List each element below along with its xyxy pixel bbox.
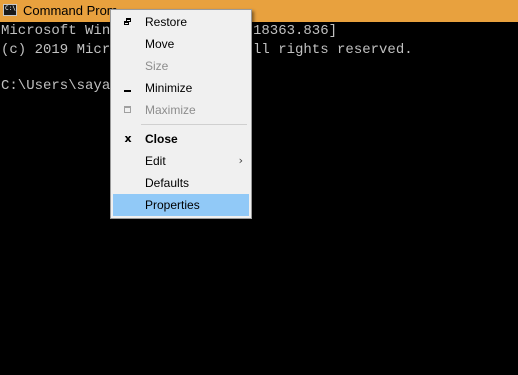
console-line-copyright-right: ll rights reserved. <box>253 42 413 58</box>
window-title: Command Prom <box>23 3 118 18</box>
system-context-menu: Restore Move Size Minimize Maximize x Cl… <box>110 9 252 219</box>
menu-item-close[interactable]: x Close <box>113 128 249 150</box>
menu-label-defaults: Defaults <box>145 176 190 190</box>
console-line-version-right: 18363.836] <box>253 23 338 39</box>
close-icon-glyph: x <box>124 132 132 145</box>
console-line-copyright-left: (c) 2019 Micro <box>1 42 119 58</box>
minimize-icon <box>121 81 135 95</box>
console-area[interactable]: Microsoft Wind 18363.836] (c) 2019 Micro… <box>0 22 518 375</box>
menu-separator <box>141 124 247 125</box>
menu-item-minimize[interactable]: Minimize <box>113 77 249 99</box>
cmd-icon[interactable]: C:\ <box>3 4 17 16</box>
maximize-icon <box>121 103 135 117</box>
menu-label-close: Close <box>145 132 178 146</box>
console-line-version-left: Microsoft Wind <box>1 23 119 39</box>
menu-label-restore: Restore <box>145 15 188 29</box>
menu-label-properties: Properties <box>145 198 200 212</box>
menu-label-move: Move <box>145 37 175 51</box>
menu-item-defaults[interactable]: Defaults <box>113 172 249 194</box>
menu-item-size[interactable]: Size <box>113 55 249 77</box>
menu-item-move[interactable]: Move <box>113 33 249 55</box>
close-icon: x <box>121 132 135 146</box>
menu-item-restore[interactable]: Restore <box>113 11 249 33</box>
console-prompt: C:\Users\sayak <box>1 78 119 94</box>
command-prompt-window: C:\ Command Prom Microsoft Wind 18363.83… <box>0 0 518 375</box>
cmd-icon-glyph: C:\ <box>5 5 16 12</box>
menu-label-edit: Edit <box>145 154 166 168</box>
restore-icon <box>121 15 135 29</box>
menu-label-minimize: Minimize <box>145 81 193 95</box>
chevron-right-icon: › <box>238 154 243 167</box>
menu-item-edit[interactable]: Edit › <box>113 150 249 172</box>
menu-item-properties[interactable]: Properties <box>113 194 249 216</box>
menu-label-size: Size <box>145 59 169 73</box>
menu-label-maximize: Maximize <box>145 103 196 117</box>
title-bar[interactable]: C:\ Command Prom <box>0 0 518 22</box>
menu-item-maximize[interactable]: Maximize <box>113 99 249 121</box>
